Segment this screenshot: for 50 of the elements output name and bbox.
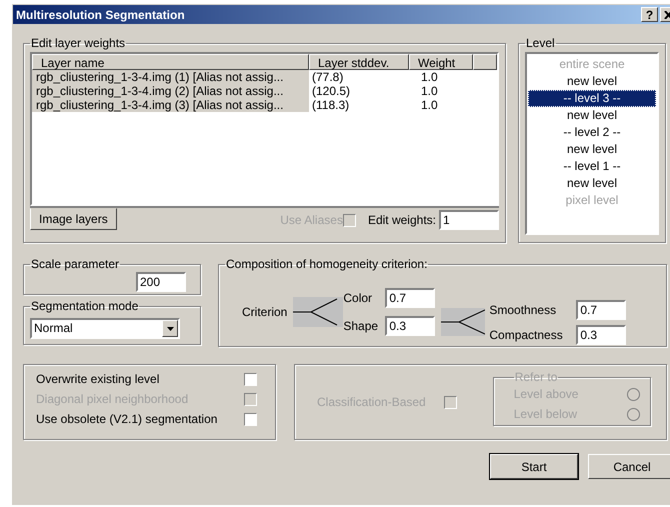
start-button[interactable]: Start [490, 454, 578, 479]
column-header[interactable]: Layer name [32, 54, 309, 70]
color-label: Color [343, 290, 374, 304]
level-item[interactable]: -- level 2 -- [528, 124, 656, 141]
level-item[interactable]: new level [528, 73, 656, 90]
column-header[interactable]: Layer stddev. [309, 54, 409, 70]
option-checkbox[interactable] [244, 412, 257, 426]
column-header[interactable]: Weight [409, 54, 473, 70]
cancel-button[interactable]: Cancel [588, 454, 670, 479]
table-cell-text: (120.5) [311, 84, 352, 98]
level-item[interactable]: new level [528, 107, 656, 124]
level-item[interactable]: new level [528, 175, 656, 192]
group-title: Refer to [514, 370, 558, 384]
edit-weights-label: Edit weights: [368, 213, 436, 227]
table-cell-text: (118.3) [311, 98, 350, 112]
window-title: Multiresolution Segmentation [16, 8, 186, 22]
table-cell-text: (77.8) [311, 70, 344, 84]
group-title: Level [525, 36, 556, 50]
color-field[interactable]: 0.7 [385, 288, 436, 308]
shape-field[interactable]: 0.3 [385, 316, 436, 336]
table-cell-text: 1.0 [420, 70, 439, 84]
shape-label: Shape [343, 318, 380, 332]
smoothness-label: Smoothness [489, 303, 558, 317]
group-title: Edit layer weights [30, 36, 126, 50]
help-button[interactable]: ? [641, 7, 658, 22]
option-label: Overwrite existing level [36, 372, 160, 386]
compactness-field[interactable]: 0.3 [576, 325, 626, 345]
level-item[interactable]: -- level 1 -- [528, 158, 656, 175]
smoothness-field[interactable]: 0.7 [576, 300, 626, 320]
edit-weights-field[interactable]: 1 [439, 210, 499, 230]
option-checkbox[interactable] [244, 372, 257, 386]
level-item[interactable]: new level [528, 141, 656, 158]
criterion-label: Criterion [242, 304, 288, 318]
compactness-label: Compactness [489, 328, 564, 342]
fork-icon [441, 308, 486, 336]
table-cell: rgb_cliustering_1-3-4.img (1) [Alias not assig... [32, 70, 309, 84]
table-cell-text: 1.0 [420, 98, 439, 112]
group-title: Composition of homogeneity criterion: [225, 257, 428, 271]
segmentation-mode-dropdown[interactable]: Normal [30, 318, 180, 339]
table-cell: rgb_cliustering_1-3-4.img (3) [Alias not assig... [32, 98, 309, 112]
scale-parameter-field[interactable]: 200 [136, 272, 186, 292]
option-label: Use obsolete (V2.1) segmentation [36, 412, 218, 426]
table-cell-text: 1.0 [420, 84, 439, 98]
image-layers-tab[interactable]: Image layers [30, 208, 117, 230]
level-item[interactable]: -- level 3 -- [528, 90, 656, 107]
table-cell: rgb_cliustering_1-3-4.img (2) [Alias not assig... [32, 84, 309, 98]
fork-icon [293, 296, 344, 326]
group-title: Segmentation mode [30, 299, 140, 313]
group-title: Scale parameter [30, 257, 120, 271]
dropdown-arrow-icon [166, 326, 174, 330]
